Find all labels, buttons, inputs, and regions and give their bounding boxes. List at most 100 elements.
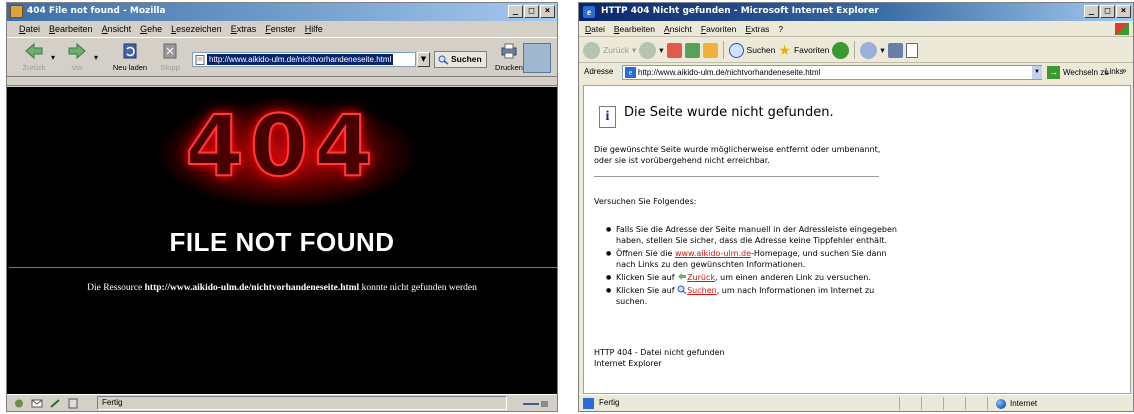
menu-datei[interactable]: Datei	[19, 24, 40, 34]
forward-dropdown-chevron-icon[interactable]: ▾	[94, 53, 98, 62]
maximize-button[interactable]: □	[524, 5, 539, 18]
url-history-dropdown[interactable]: ▼	[417, 52, 430, 67]
ie-back-label: Zurück	[603, 45, 629, 55]
ie-history-icon[interactable]	[860, 41, 878, 59]
mozilla-titlebar[interactable]: 404 File not found - Mozilla _ □ ×	[7, 3, 557, 21]
ie-favorites-star-icon: ★	[778, 41, 791, 58]
menu-gehe[interactable]: Gehe	[140, 24, 162, 34]
ie-window: e HTTP 404 Nicht gefunden - Microsoft In…	[578, 2, 1134, 412]
menu-ansicht[interactable]: Ansicht	[102, 24, 132, 34]
ie-error-headline: Die Seite wurde nicht gefunden.	[624, 105, 834, 120]
print-button[interactable]: Drucken	[491, 41, 527, 75]
ie-print-icon[interactable]	[887, 42, 903, 58]
file-not-found-heading: FILE NOT FOUND	[169, 227, 395, 257]
ie-menu-ansicht[interactable]: Ansicht	[664, 24, 692, 34]
zone-label: Internet	[1010, 399, 1038, 408]
mozilla-page-content: 404 FILE NOT FOUND Die Ressource http://…	[7, 87, 557, 396]
back-dropdown-chevron-icon[interactable]: ▾	[51, 53, 55, 62]
search-icon	[677, 285, 687, 294]
ie-maximize-button[interactable]: □	[1100, 5, 1115, 18]
mozilla-menubar: Datei Bearbeiten Ansicht Gehe Lesezeiche…	[7, 21, 557, 38]
ie-edit-icon[interactable]	[905, 42, 918, 58]
menu-extras[interactable]: Extras	[231, 24, 257, 34]
menu-fenster[interactable]: Fenster	[265, 24, 296, 34]
search-link[interactable]: Suchen	[687, 286, 717, 295]
ie-status-text: Fertig	[599, 398, 620, 407]
menu-lesezeichen[interactable]: Lesezeichen	[171, 24, 222, 34]
ie-history-dropdown-icon[interactable]: ▾	[880, 45, 884, 56]
tip2-prefix: Öffnen Sie die	[616, 249, 673, 258]
forward-button[interactable]: Vor	[62, 41, 92, 75]
ie-minimize-button[interactable]: _	[1084, 5, 1099, 18]
address-book-icon[interactable]	[67, 398, 79, 409]
tip1-text: Falls Sie die Adresse der Seite manuell …	[616, 225, 897, 245]
ie-go-button[interactable]: → Wechseln zu	[1047, 66, 1109, 79]
back-label: Zurück	[22, 63, 46, 72]
ie-menu-datei[interactable]: Datei	[585, 24, 605, 34]
ie-forward-arrow-icon	[639, 41, 657, 59]
ie-address-input[interactable]: e http://www.aikido-ulm.de/nichtvorhande…	[622, 65, 1042, 80]
mozilla-throbber-logo[interactable]	[523, 43, 551, 73]
ie-home-icon[interactable]	[702, 42, 718, 58]
ie-divider	[594, 176, 879, 177]
ie-back-button[interactable]: Zurück ▾	[583, 41, 636, 59]
back-arrow-icon	[678, 273, 687, 280]
ie-address-text: http://www.aikido-ulm.de/nichtvorhandene…	[638, 68, 821, 77]
links-more-chevron-icon[interactable]: »	[1122, 66, 1126, 75]
ie-close-button[interactable]: ×	[1116, 5, 1131, 18]
toolbar-grip[interactable]	[7, 78, 557, 86]
ie-menu-bearbeiten[interactable]: Bearbeiten	[614, 24, 655, 34]
back-link[interactable]: Zurück	[687, 273, 715, 282]
ie-menu-favoriten[interactable]: Favoriten	[701, 24, 736, 34]
ie-menu-extras[interactable]: Extras	[745, 24, 769, 34]
message-suffix: konnte nicht gefunden werden	[361, 283, 477, 293]
url-text: http://www.aikido-ulm.de/nichtvorhandene…	[207, 54, 394, 65]
tip3-suffix: , um einen anderen Link zu versuchen.	[715, 273, 871, 282]
security-lock-icon[interactable]	[521, 398, 551, 409]
minimize-button[interactable]: _	[508, 5, 523, 18]
url-input[interactable]: http://www.aikido-ulm.de/nichtvorhandene…	[192, 52, 416, 67]
ie-refresh-icon[interactable]	[684, 42, 700, 58]
close-button[interactable]: ×	[540, 5, 555, 18]
ie-tips-list: Falls Sie die Adresse der Seite manuell …	[604, 224, 904, 309]
ie-forward-dropdown-icon[interactable]: ▾	[659, 45, 663, 56]
security-zone[interactable]: Internet	[987, 397, 1133, 410]
ie-links-label[interactable]: Links	[1105, 67, 1124, 76]
tip3-prefix: Klicken Sie auf	[616, 273, 675, 282]
ie-titlebar[interactable]: e HTTP 404 Nicht gefunden - Microsoft In…	[579, 3, 1133, 21]
ie-address-dropdown[interactable]: ▼	[1032, 66, 1042, 79]
search-icon	[438, 55, 449, 65]
ie-back-dropdown-icon[interactable]: ▾	[632, 45, 636, 56]
status-pane	[921, 397, 943, 410]
ie-product-line: Internet Explorer	[594, 359, 662, 368]
ie-back-arrow-icon	[583, 41, 600, 59]
homepage-link[interactable]: www.aikido-ulm.de	[675, 249, 751, 258]
horizontal-divider	[9, 267, 557, 268]
ie-page-icon: e	[625, 67, 636, 78]
ie-media-icon[interactable]	[832, 41, 850, 59]
mail-icon[interactable]	[31, 398, 43, 409]
navigator-icon[interactable]	[13, 398, 25, 409]
ie-status-page-icon	[583, 398, 594, 409]
ie-favorites-button[interactable]: ★ Favoriten	[778, 42, 829, 59]
stop-button[interactable]: Stopp	[155, 41, 185, 75]
reload-icon	[123, 43, 137, 59]
page-icon	[195, 55, 205, 65]
composer-icon[interactable]	[49, 398, 61, 409]
ie-forward-button[interactable]: ▾	[639, 41, 664, 59]
ie-menu-help[interactable]: ?	[778, 24, 783, 34]
reload-button[interactable]: Neu laden	[111, 41, 149, 75]
search-button[interactable]: Suchen	[434, 51, 487, 68]
reload-label: Neu laden	[112, 63, 148, 72]
ie-search-button[interactable]: Suchen	[728, 42, 775, 58]
status-text: Fertig	[97, 396, 507, 410]
menu-bearbeiten[interactable]: Bearbeiten	[49, 24, 93, 34]
address-label: Adresse	[584, 67, 614, 76]
stop-icon	[163, 43, 177, 59]
ie-stop-icon[interactable]	[666, 42, 682, 58]
error-code-404: 404	[184, 96, 379, 196]
back-button[interactable]: Zurück	[19, 41, 49, 75]
ie-error-code-line: HTTP 404 - Datei nicht gefunden	[594, 348, 725, 357]
menu-hilfe[interactable]: Hilfe	[305, 24, 323, 34]
go-arrow-icon: →	[1047, 66, 1060, 79]
